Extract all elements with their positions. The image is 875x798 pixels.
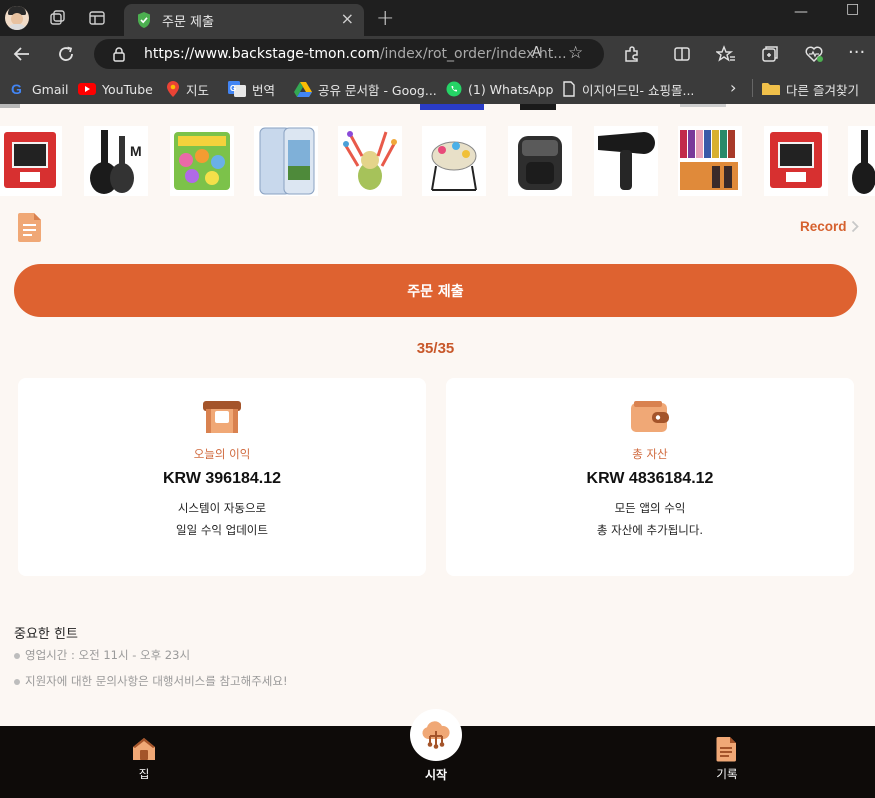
favorite-star-icon[interactable]: ☆ <box>568 43 583 63</box>
more-menu-icon[interactable]: ··· <box>848 42 865 63</box>
new-tab-button[interactable]: + <box>376 6 394 31</box>
previous-product-row <box>0 104 726 110</box>
folder-icon <box>762 83 780 95</box>
bookmark-maps[interactable]: 지도 <box>166 80 209 98</box>
vertical-tabs-icon[interactable] <box>88 9 106 27</box>
product-phone-case[interactable] <box>254 126 318 196</box>
product-game-console[interactable] <box>0 126 62 196</box>
home-icon <box>133 738 155 760</box>
workspaces-icon[interactable] <box>48 9 66 27</box>
close-tab-icon[interactable]: × <box>341 9 354 28</box>
address-bar-row: https://www.backstage-tmon.com/index/rot… <box>0 36 875 72</box>
card-description: 시스템이 자동으로 <box>177 501 267 515</box>
nav-start-label[interactable]: 시작 <box>376 766 496 783</box>
order-counter: 35/35 <box>416 340 455 357</box>
gmail-icon: G <box>11 81 22 97</box>
record-link[interactable]: Record <box>800 219 859 234</box>
bookmark-ezadmin[interactable]: 이지어드민- 쇼핑몰... <box>562 80 694 98</box>
back-icon[interactable] <box>12 44 32 64</box>
maximize-button[interactable]: □ <box>846 1 859 17</box>
product-dinosaur-toys[interactable] <box>170 126 234 196</box>
product-hair-dryer[interactable] <box>594 126 658 196</box>
product-carousel[interactable]: M <box>0 126 875 196</box>
youtube-icon <box>78 83 96 95</box>
cloud-network-icon <box>422 721 450 749</box>
nav-home-label: 집 <box>138 767 150 781</box>
shield-icon <box>138 12 150 28</box>
browser-essentials-icon[interactable] <box>804 44 824 64</box>
nav-records-label: 기록 <box>716 767 738 781</box>
minimize-button[interactable]: — <box>794 4 808 20</box>
total-assets-card: 총 자산 KRW 4836184.12 모든 앱의 수익 총 자산에 추가됩니다… <box>446 378 854 576</box>
chevron-right-icon <box>851 220 859 233</box>
product-guitar[interactable] <box>848 126 875 196</box>
records-icon <box>716 737 736 762</box>
bookmarks-bar: G Gmail YouTube 지도 G 번역 공유 문서함 - Goog... <box>0 72 875 104</box>
bookmark-whatsapp[interactable]: (1) WhatsApp <box>446 80 553 98</box>
read-aloud-icon[interactable]: A <box>532 45 541 60</box>
whatsapp-icon <box>446 81 462 97</box>
bookmark-youtube[interactable]: YouTube <box>78 80 153 98</box>
bookmark-other-favorites[interactable]: 다른 즐겨찾기 <box>762 80 859 98</box>
extensions-icon[interactable] <box>622 44 642 64</box>
page-icon <box>563 81 575 97</box>
favorites-icon[interactable] <box>716 44 736 64</box>
collections-icon[interactable] <box>760 44 780 64</box>
card-value: KRW 4836184.12 <box>586 470 714 487</box>
drive-icon <box>294 82 312 97</box>
card-description: 일일 수익 업데이트 <box>176 523 268 537</box>
product-game-console[interactable] <box>764 126 828 196</box>
page-content: M Record 주문 제출 35/35 오늘의 이익 KRW 396184.1… <box>0 104 875 726</box>
split-screen-icon[interactable] <box>672 44 692 64</box>
card-description: 모든 앱의 수익 <box>614 501 686 515</box>
hint-item: 지원자에 대한 문의사항은 대행서비스를 참고해주세요! <box>14 673 288 689</box>
svg-text:G: G <box>230 84 236 93</box>
tab-title: 주문 제출 <box>162 15 214 30</box>
profile-avatar[interactable] <box>5 6 29 30</box>
active-tab[interactable]: 주문 제출 × <box>124 4 364 36</box>
card-label: 총 자산 <box>632 447 668 461</box>
shop-icon <box>203 401 241 433</box>
hint-item: 영업시간 : 오전 11시 - 오후 23시 <box>14 647 190 663</box>
product-baby-jumper[interactable] <box>422 126 486 196</box>
bookmarks-divider <box>752 79 753 97</box>
document-icon[interactable] <box>17 211 43 243</box>
today-profit-card: 오늘의 이익 KRW 396184.12 시스템이 자동으로 일일 수익 업데이… <box>18 378 426 576</box>
wallet-icon <box>631 401 669 432</box>
translate-icon: G <box>228 81 246 97</box>
bookmark-translate[interactable]: G 번역 <box>228 80 275 98</box>
product-guitar[interactable]: M <box>84 126 148 196</box>
card-label: 오늘의 이익 <box>193 447 251 461</box>
product-air-fryer[interactable] <box>508 126 572 196</box>
bottom-navigation: 집 시작 기록 <box>0 709 875 798</box>
browser-tab-bar: 주문 제출 × + — □ <box>0 0 875 36</box>
maps-icon <box>167 81 179 97</box>
product-baby-toy[interactable] <box>338 126 402 196</box>
svg-text:M: M <box>130 143 142 159</box>
hints-title: 중요한 힌트 <box>14 627 78 642</box>
start-button[interactable] <box>410 709 462 761</box>
lock-icon[interactable] <box>112 46 126 62</box>
card-value: KRW 396184.12 <box>163 470 281 487</box>
svg-text:G: G <box>11 81 22 97</box>
card-description: 총 자산에 추가됩니다. <box>596 523 704 537</box>
bookmarks-overflow-chevron-icon[interactable]: › <box>730 78 736 97</box>
refresh-icon[interactable] <box>56 44 76 64</box>
url-text[interactable]: https://www.backstage-tmon.com/index/rot… <box>144 46 567 62</box>
bookmark-gmail[interactable]: G Gmail <box>10 80 68 98</box>
bookmark-drive[interactable]: 공유 문서함 - Goog... <box>294 80 437 98</box>
url-field[interactable]: https://www.backstage-tmon.com/index/rot… <box>94 39 604 69</box>
product-nail-polish[interactable] <box>678 126 742 196</box>
submit-order-button[interactable]: 주문 제출 <box>14 264 857 317</box>
